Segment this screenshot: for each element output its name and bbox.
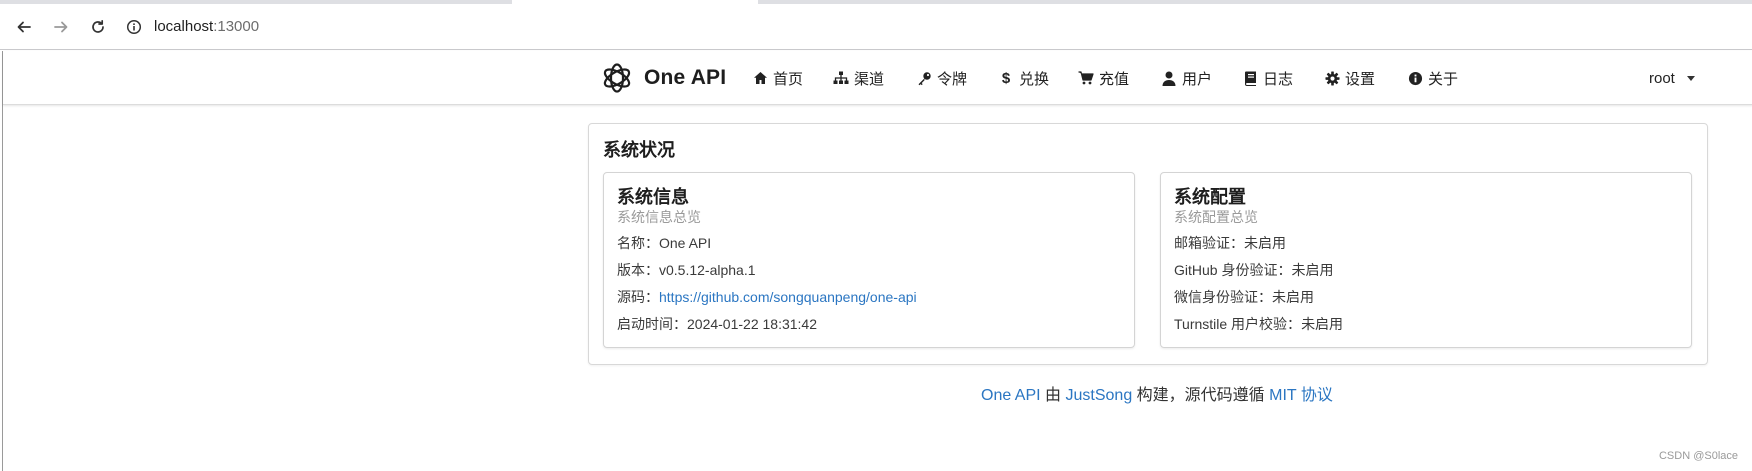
config-turnstile: Turnstile 用户校验：未启用 [1174, 314, 1343, 334]
footer: One API 由 JustSong 构建，源代码遵循 MIT 协议 [981, 381, 1333, 405]
config-wechat-value: 未启用 [1272, 289, 1314, 305]
nav-item-label: 日志 [1263, 70, 1294, 88]
config-github-value: 未启用 [1291, 262, 1334, 278]
config-turnstile-value: 未启用 [1301, 316, 1344, 332]
brand-link[interactable]: One API [599, 59, 726, 97]
nav-item-channels[interactable]: 渠道 [833, 66, 884, 90]
info-name-label: 名称： [617, 235, 659, 251]
info-start-label: 启动时间： [617, 316, 687, 332]
site-info-icon[interactable] [126, 19, 142, 35]
home-icon [752, 70, 768, 86]
source-link[interactable]: https://github.com/songquanpeng/one-api [659, 289, 917, 305]
nav-item-label: 关于 [1428, 70, 1459, 88]
system-config-title: 系统配置 [1174, 187, 1246, 207]
back-button[interactable] [14, 17, 34, 37]
info-source: 源码：https://github.com/songquanpeng/one-a… [617, 287, 917, 307]
system-info-card: 系统信息 系统信息总览 名称：One API 版本：v0.5.12-alpha.… [603, 172, 1135, 348]
nav-item-label: 充值 [1099, 70, 1130, 88]
nav-item-redeem[interactable]: $ 兑换 [998, 66, 1049, 90]
reload-icon [92, 19, 104, 33]
forward-button[interactable] [51, 17, 71, 37]
config-wechat: 微信身份验证：未启用 [1174, 287, 1314, 307]
nav-item-label: 首页 [773, 70, 804, 88]
user-dropdown[interactable]: root [1649, 66, 1695, 90]
system-status-title: 系统状况 [603, 140, 675, 160]
nav-item-settings[interactable]: 设置 [1324, 66, 1375, 90]
config-email: 邮箱验证：未启用 [1174, 233, 1286, 253]
info-start-value: 2024-01-22 18:31:42 [687, 316, 817, 332]
nav-item-label: 设置 [1345, 70, 1376, 88]
info-start-time: 启动时间：2024-01-22 18:31:42 [617, 314, 817, 334]
top-menu: One API 首页 渠道 令牌 $ 兑换 充值 用户 日志 设置 关于 roo… [3, 51, 1752, 105]
config-github: GitHub 身份验证：未启用 [1174, 260, 1333, 280]
system-config-subtitle: 系统配置总览 [1174, 209, 1258, 225]
user-name: root [1649, 69, 1675, 87]
config-email-value: 未启用 [1244, 235, 1286, 251]
address-bar[interactable]: localhost:13000 [126, 12, 259, 42]
footer-middle: 构建，源代码遵循 [1132, 387, 1270, 404]
nav-item-home[interactable]: 首页 [752, 66, 803, 90]
system-info-subtitle: 系统信息总览 [617, 209, 701, 225]
arrow-right-icon [54, 21, 68, 32]
config-github-label: GitHub 身份验证： [1174, 262, 1292, 278]
brand-name: One API [644, 66, 727, 89]
nav-item-label: 渠道 [854, 70, 885, 88]
system-config-card: 系统配置 系统配置总览 邮箱验证：未启用 GitHub 身份验证：未启用 微信身… [1160, 172, 1692, 348]
nav-item-topup[interactable]: 充值 [1078, 66, 1129, 90]
url-host: localhost [154, 18, 214, 35]
info-name-value: One API [659, 235, 712, 251]
nav-item-label: 兑换 [1019, 70, 1050, 88]
footer-license-link[interactable]: MIT 协议 [1269, 387, 1333, 404]
reload-button[interactable] [88, 17, 108, 37]
nav-item-users[interactable]: 用户 [1161, 66, 1212, 90]
watermark: CSDN @S0lace [1658, 450, 1738, 462]
gear-icon [1324, 70, 1340, 86]
footer-app-link[interactable]: One API [981, 387, 1041, 404]
page-content: One API 首页 渠道 令牌 $ 兑换 充值 用户 日志 设置 关于 roo… [2, 51, 1752, 471]
info-version-value: v0.5.12-alpha.1 [659, 262, 756, 278]
sitemap-icon [833, 70, 849, 86]
url-port: :13000 [213, 18, 260, 35]
footer-author-link[interactable]: JustSong [1066, 387, 1133, 404]
config-email-label: 邮箱验证： [1174, 235, 1244, 251]
info-version-label: 版本： [617, 262, 659, 278]
cart-icon [1078, 70, 1094, 86]
arrow-left-icon [17, 21, 31, 32]
system-status-card: 系统状况 系统信息 系统信息总览 名称：One API 版本：v0.5.12-a… [588, 123, 1708, 365]
info-icon [1407, 70, 1423, 86]
nav-item-about[interactable]: 关于 [1407, 66, 1458, 90]
config-wechat-label: 微信身份验证： [1174, 289, 1272, 305]
book-icon [1242, 70, 1258, 86]
openai-logo-icon [603, 63, 631, 93]
nav-item-tokens[interactable]: 令牌 [916, 66, 967, 90]
caret-down-icon [1686, 75, 1695, 81]
user-icon [1161, 70, 1177, 86]
nav-item-label: 用户 [1182, 70, 1213, 88]
config-turnstile-label: Turnstile 用户校验： [1174, 316, 1302, 332]
nav-item-label: 令牌 [937, 70, 968, 88]
url-text[interactable]: localhost:13000 [154, 18, 259, 35]
nav-item-logs[interactable]: 日志 [1242, 66, 1293, 90]
dollar-icon: $ [1001, 69, 1011, 87]
key-icon [916, 70, 932, 86]
info-source-label: 源码： [617, 289, 659, 305]
info-version: 版本：v0.5.12-alpha.1 [617, 260, 756, 280]
system-info-title: 系统信息 [617, 187, 689, 207]
browser-toolbar: localhost:13000 [0, 4, 1752, 50]
footer-by: 由 [1040, 387, 1066, 404]
info-name: 名称：One API [617, 233, 711, 253]
